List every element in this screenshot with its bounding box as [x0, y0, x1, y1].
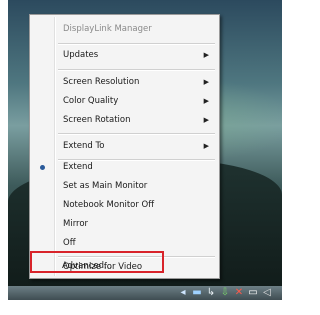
- menu-item-mirror[interactable]: Mirror: [30, 215, 219, 233]
- menu-item-label: Screen Resolution: [63, 77, 140, 87]
- arrow-tray-icon[interactable]: ↳: [206, 288, 216, 298]
- separator: [58, 69, 215, 71]
- submenu-arrow-icon: ▶: [203, 116, 209, 124]
- menu-item-label: Color Quality: [63, 96, 119, 106]
- menu-item-extend-to[interactable]: Extend To ▶: [30, 137, 219, 155]
- menu-item-extend[interactable]: Extend: [30, 158, 219, 176]
- menu-header: DisplayLink Manager: [30, 20, 219, 38]
- submenu-arrow-icon: ▶: [203, 78, 209, 86]
- menu-item-color-quality[interactable]: Color Quality ▶: [30, 92, 219, 110]
- advanced-highlight-box: [30, 251, 164, 273]
- submenu-arrow-icon: ▶: [203, 51, 209, 59]
- submenu-arrow-icon: ▶: [203, 142, 209, 150]
- error-tray-icon[interactable]: ✕: [234, 288, 244, 298]
- separator: [58, 43, 215, 45]
- menu-item-screen-rotation[interactable]: Screen Rotation ▶: [30, 111, 219, 129]
- menu-header-label: DisplayLink Manager: [63, 24, 152, 34]
- radio-bullet-icon: [40, 165, 45, 170]
- displaylink-tray-icon[interactable]: ⇩: [220, 288, 230, 298]
- network-tray-icon[interactable]: ◂: [178, 288, 188, 298]
- menu-item-label: Set as Main Monitor: [63, 181, 148, 191]
- menu-item-label: Screen Rotation: [63, 115, 131, 125]
- menu-item-screen-resolution[interactable]: Screen Resolution ▶: [30, 73, 219, 91]
- menu-item-set-main-monitor[interactable]: Set as Main Monitor: [30, 177, 219, 195]
- menu-item-updates[interactable]: Updates ▶: [30, 46, 219, 64]
- menu-item-label: Extend To: [63, 141, 105, 151]
- menu-item-label: Updates: [63, 50, 99, 60]
- menu-item-notebook-monitor-off[interactable]: Notebook Monitor Off: [30, 196, 219, 214]
- menu-item-label: Notebook Monitor Off: [63, 200, 155, 210]
- menu-item-off[interactable]: Off: [30, 234, 219, 252]
- taskbar: ◂ ▬ ↳ ⇩ ✕ ▭ ◁: [8, 286, 282, 300]
- separator: [58, 133, 215, 135]
- monitor-tray-icon[interactable]: ▭: [248, 288, 258, 298]
- display-tray-icon[interactable]: ▬: [192, 288, 202, 298]
- context-menu: DisplayLink Manager Updates ▶ Screen Res…: [29, 14, 220, 279]
- menu-item-label: Off: [63, 238, 76, 248]
- speaker-tray-icon[interactable]: ◁: [262, 288, 272, 298]
- menu-item-label: Mirror: [63, 219, 89, 229]
- submenu-arrow-icon: ▶: [203, 97, 209, 105]
- menu-item-label: Extend: [63, 162, 93, 172]
